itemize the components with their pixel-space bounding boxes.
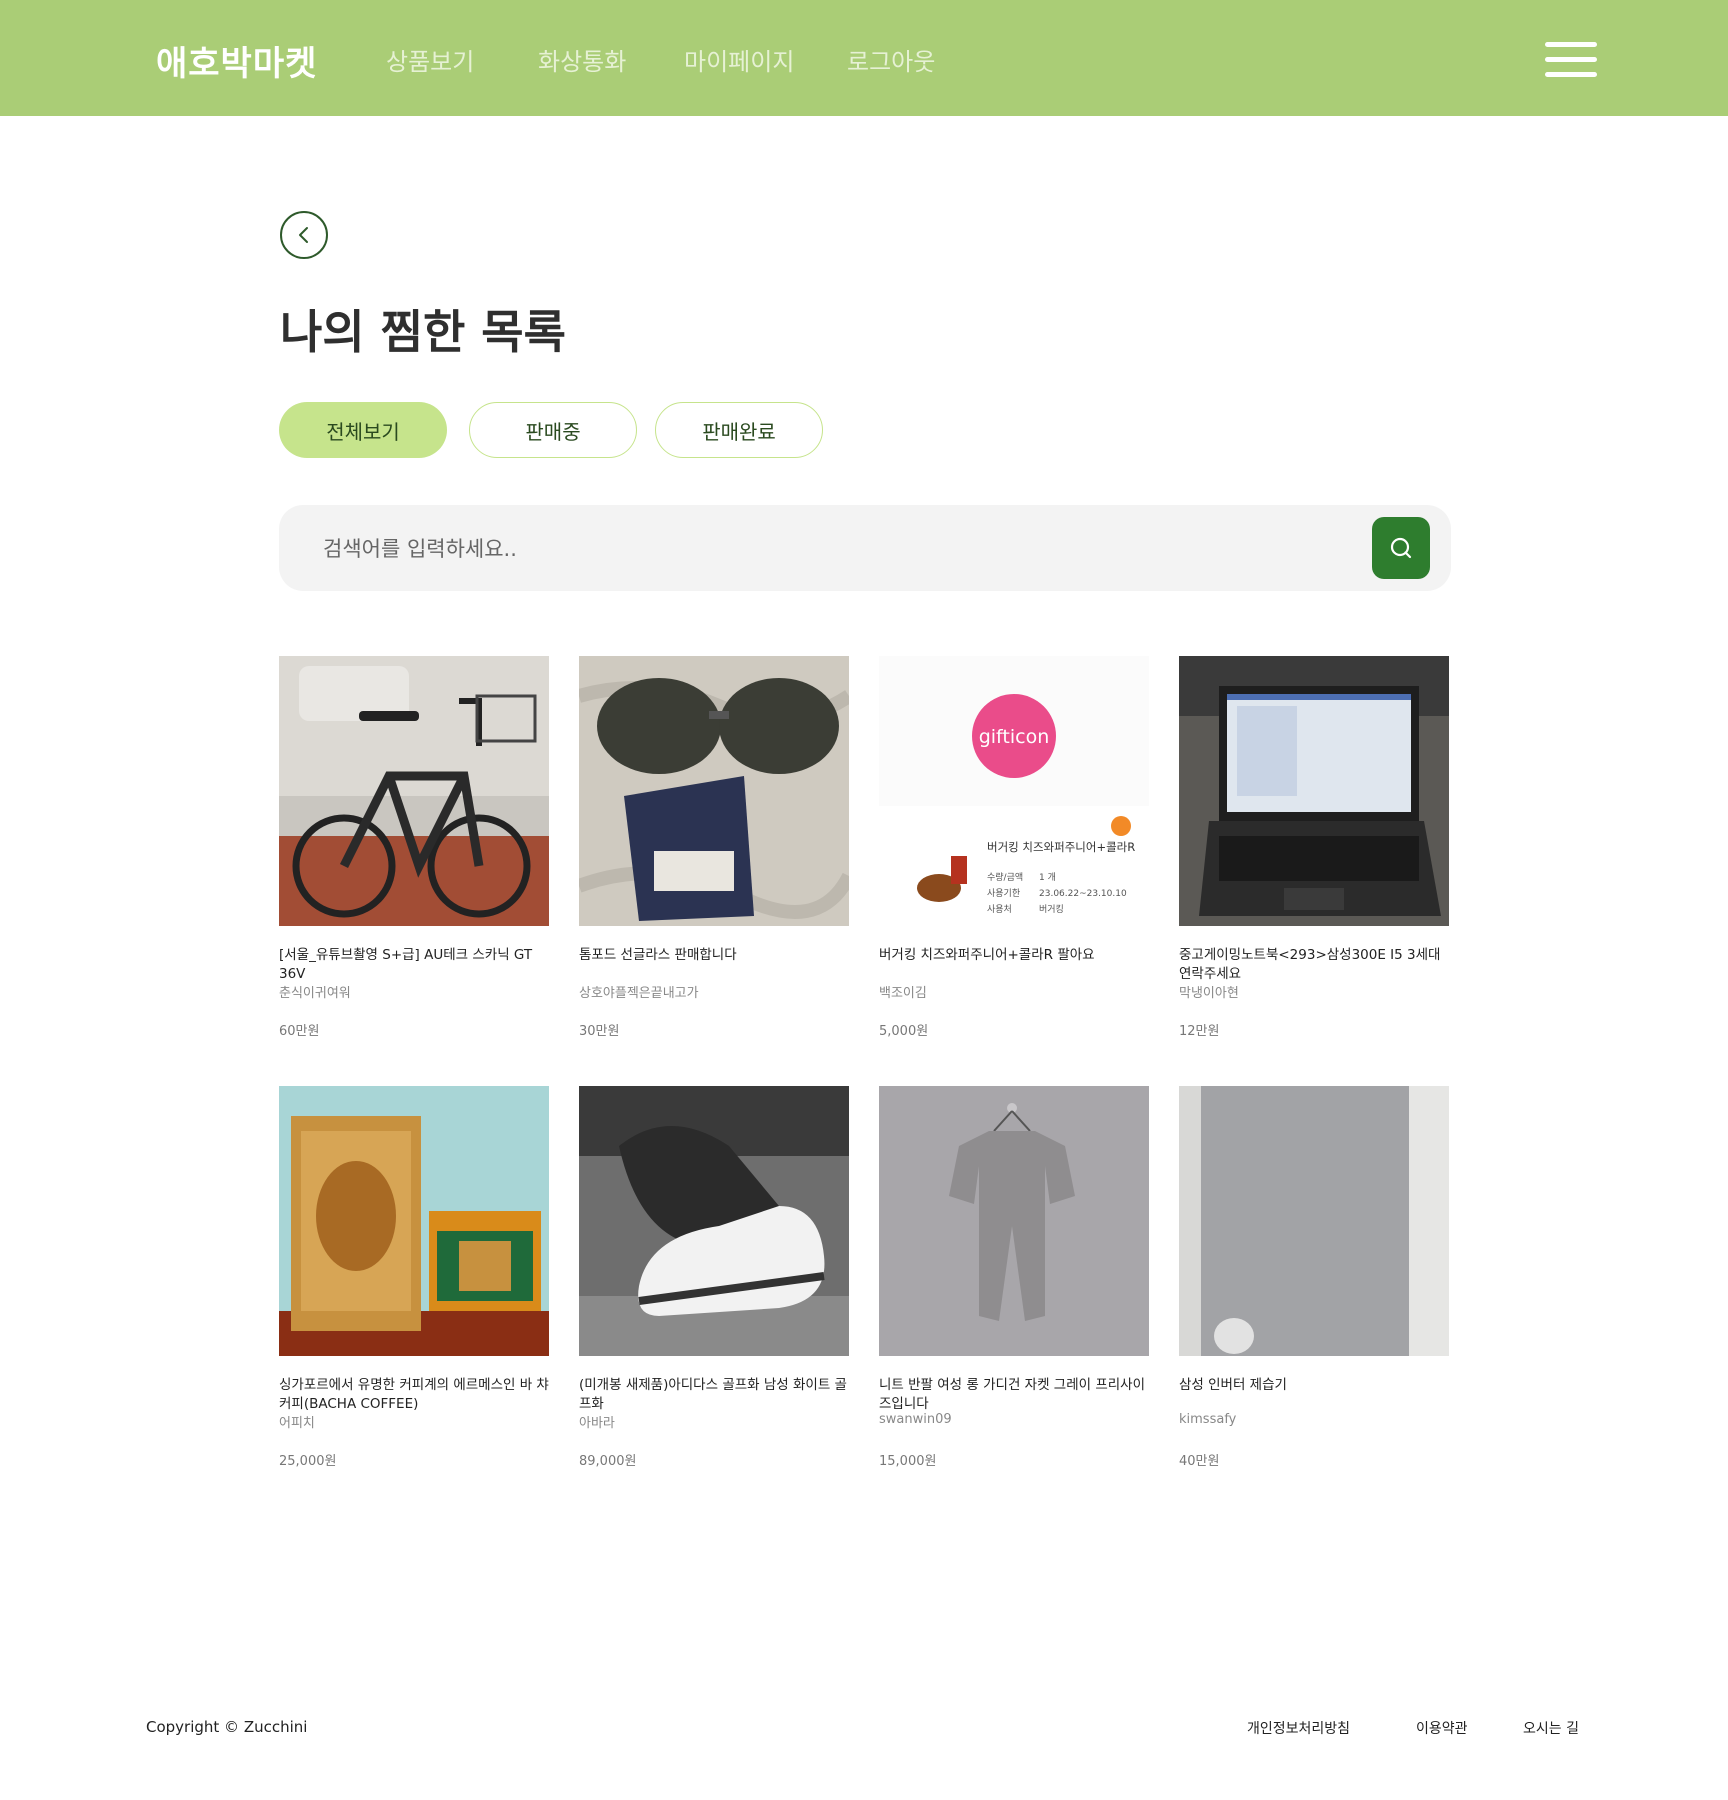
product-seller: 막냉이아현 [1179, 986, 1239, 1001]
search-input[interactable] [321, 527, 1325, 571]
nav-video-call[interactable]: 화상통화 [538, 42, 626, 77]
voucher-place: 버거킹 [1039, 903, 1064, 915]
product-seller: 백조이김 [879, 986, 927, 1001]
product-card[interactable]: (미개봉 새제품)아디다스 골프화 남성 화이트 골프화 아바라 89,000원 [579, 1086, 849, 1469]
product-price: 30만원 [579, 1024, 620, 1039]
footer-copyright: Copyright © Zucchini [146, 1718, 308, 1736]
product-image-bicycle [279, 656, 549, 926]
product-card[interactable]: gifticon 버거킹 치즈와퍼주니어+콜라R 수량/금액 1 개 사용기한 … [879, 656, 1149, 1039]
product-name: 톰포드 선글라스 판매합니다 [579, 947, 737, 963]
footer-terms-link[interactable]: 이용약관 [1416, 1718, 1468, 1738]
voucher-period: 23.06.22~23.10.10 [1039, 889, 1127, 899]
page-title: 나의 찜한 목록 [280, 305, 566, 359]
voucher-place-label: 사용처 [987, 903, 1012, 915]
product-image-cardigan [879, 1086, 1149, 1356]
top-navbar: 애호박마켓 상품보기 화상통화 마이페이지 로그아웃 [0, 0, 1728, 116]
product-name: (미개봉 새제품)아디다스 골프화 남성 화이트 골프화 [579, 1377, 847, 1412]
product-card[interactable]: [서울_유튜브촬영 S+급] AU테크 스카닉 GT 36V 춘식이귀여워 60… [279, 656, 549, 1039]
product-image-sunglasses [579, 656, 849, 926]
product-image-laptop [1179, 656, 1449, 926]
filter-all-button[interactable]: 전체보기 [279, 402, 447, 458]
product-card[interactable]: 삼성 인버터 제습기 kimssafy 40만원 [1179, 1086, 1449, 1469]
product-seller: 상호야플젝은끝내고가 [579, 986, 699, 1001]
filter-sold-out-button[interactable]: 판매완료 [655, 402, 823, 458]
voucher-title: 버거킹 치즈와퍼주니어+콜라R [987, 840, 1135, 854]
voucher-qty: 1 개 [1039, 872, 1056, 883]
product-image-golf-shoe [579, 1086, 849, 1356]
nav-my-page[interactable]: 마이페이지 [684, 42, 794, 77]
product-price: 89,000원 [579, 1454, 637, 1469]
product-name: [서울_유튜브촬영 S+급] AU테크 스카닉 GT 36V [279, 947, 533, 982]
product-price: 25,000원 [279, 1454, 337, 1469]
footer-privacy-link[interactable]: 개인정보처리방침 [1247, 1718, 1350, 1738]
product-name: 니트 반팔 여성 롱 가디건 자켓 그레이 프리사이즈입니다 [879, 1377, 1146, 1412]
hamburger-menu-icon[interactable] [1545, 40, 1597, 78]
product-price: 5,000원 [879, 1024, 929, 1039]
gifticon-logo: gifticon [979, 726, 1050, 748]
back-button[interactable] [280, 211, 328, 259]
chevron-left-icon [299, 227, 308, 243]
product-card[interactable]: 싱가포르에서 유명한 커피계의 에르메스인 바 챠커피(BACHA COFFEE… [279, 1086, 549, 1469]
product-seller: 어피치 [279, 1416, 315, 1431]
product-price: 60만원 [279, 1024, 320, 1039]
product-card[interactable]: 니트 반팔 여성 롱 가디건 자켓 그레이 프리사이즈입니다 swanwin09… [879, 1086, 1149, 1469]
product-name: 버거킹 치즈와퍼주니어+콜라R 팔아요 [879, 947, 1095, 963]
search-bar [279, 505, 1451, 591]
product-seller: 아바라 [579, 1416, 615, 1431]
nav-logout[interactable]: 로그아웃 [847, 42, 935, 77]
product-image-gifticon: gifticon 버거킹 치즈와퍼주니어+콜라R 수량/금액 1 개 사용기한 … [879, 656, 1149, 926]
filter-on-sale-button[interactable]: 판매중 [469, 402, 637, 458]
search-button[interactable] [1372, 517, 1430, 579]
product-card[interactable]: 톰포드 선글라스 판매합니다 상호야플젝은끝내고가 30만원 [579, 656, 849, 1039]
product-card[interactable]: 중고게이밍노트북<293>삼성300E I5 3세대 연락주세요 막냉이아현 1… [1179, 656, 1449, 1039]
voucher-qty-label: 수량/금액 [987, 871, 1023, 883]
brand-logo[interactable]: 애호박마켓 [156, 36, 317, 85]
search-icon [1390, 537, 1412, 559]
product-name: 삼성 인버터 제습기 [1179, 1377, 1287, 1393]
voucher-period-label: 사용기한 [987, 888, 1020, 899]
product-price: 15,000원 [879, 1454, 937, 1469]
product-price: 12만원 [1179, 1024, 1220, 1039]
product-seller: swanwin09 [879, 1412, 952, 1427]
product-image-dehumidifier [1179, 1086, 1449, 1356]
product-name: 싱가포르에서 유명한 커피계의 에르메스인 바 챠커피(BACHA COFFEE… [279, 1377, 549, 1412]
product-price: 40만원 [1179, 1454, 1220, 1469]
product-name: 중고게이밍노트북<293>삼성300E I5 3세대 연락주세요 [1179, 947, 1441, 982]
product-seller: 춘식이귀여워 [279, 986, 351, 1001]
product-seller: kimssafy [1179, 1412, 1237, 1427]
product-image-coffee [279, 1086, 549, 1356]
footer-directions-link[interactable]: 오시는 길 [1523, 1718, 1579, 1738]
nav-products[interactable]: 상품보기 [386, 42, 474, 77]
